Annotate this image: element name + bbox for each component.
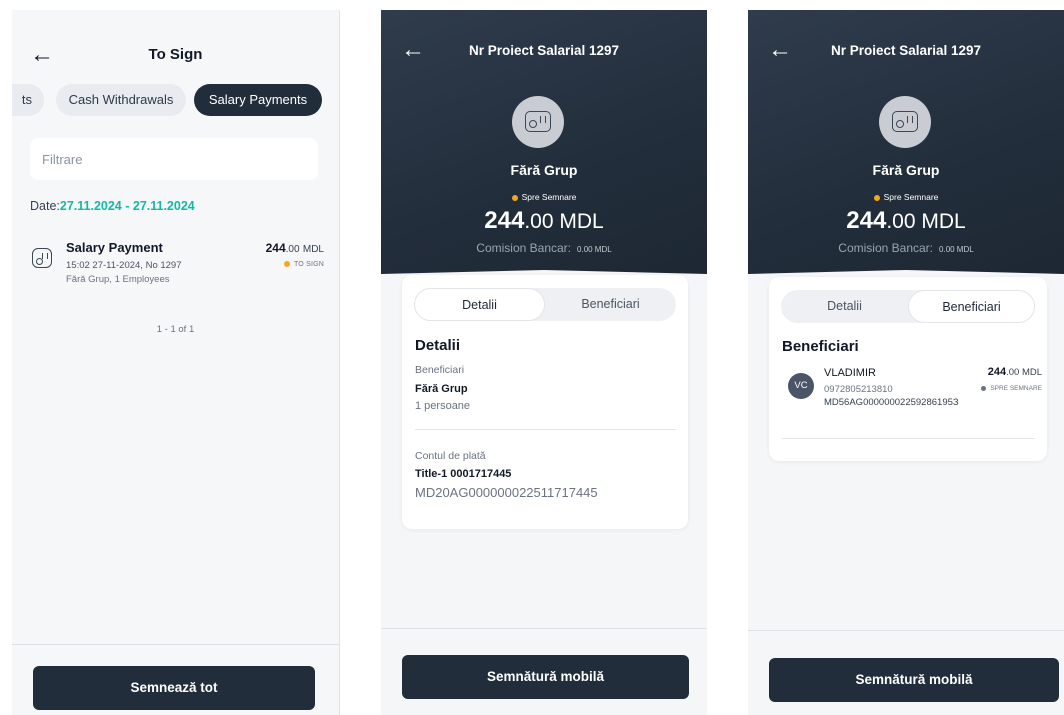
tab-cash-withdrawals[interactable]: Cash Withdrawals <box>56 84 186 116</box>
segmented-control: Detalii Beneficiari <box>414 288 676 321</box>
beneficiaries-group: Fără Grup <box>415 383 468 395</box>
date-label: Date: <box>30 199 60 213</box>
amount-dec: .00 <box>285 244 300 255</box>
date-value[interactable]: 27.11.2024 - 27.11.2024 <box>60 199 195 213</box>
group-name: Fără Grup <box>510 162 578 178</box>
commission-value: 0.00 MDL <box>577 245 612 254</box>
total-amount: 244.00 MDL <box>748 207 1064 235</box>
payment-list-item[interactable]: Salary Payment 15:02 27-11-2024, No 1297… <box>30 238 324 290</box>
payment-amount: 244.00 MDL <box>266 241 324 255</box>
payment-title: Salary Payment <box>66 240 163 255</box>
page-title: Nr Proiect Salarial 1297 <box>468 43 620 58</box>
section-title: Detalii <box>415 337 461 354</box>
status-dot-icon <box>873 194 880 201</box>
status-dot-icon <box>283 261 290 268</box>
tab-payments[interactable]: ts <box>12 84 44 116</box>
status-text: TO SIGN <box>293 261 324 268</box>
amount-int: 244 <box>484 207 525 234</box>
summary-header: ← Nr Proiect Salarial 1297 Fără Grup Spr… <box>748 10 1064 290</box>
commission-label: Comision Bancar: <box>476 241 572 255</box>
beneficiaries-label: Beneficiari <box>415 364 465 376</box>
status-dot-icon <box>981 385 987 391</box>
header: ← To Sign <box>12 10 339 78</box>
total-amount: 244.00 MDL <box>381 207 707 235</box>
mobile-signature-button[interactable]: Semnătură mobilă <box>769 658 1059 702</box>
divider <box>12 644 339 645</box>
avatar <box>879 96 931 148</box>
tab-details[interactable]: Detalii <box>414 288 545 321</box>
category-tabs: ts Cash Withdrawals Salary Payments <box>12 84 339 116</box>
beneficiary-phone: 0972805213810 <box>824 384 893 395</box>
status-text: SPRE SEMNARE <box>990 385 1042 392</box>
sign-all-button[interactable]: Semnează tot <box>33 666 315 710</box>
beneficiaries-card: Detalii Beneficiari Beneficiari VC VLADI… <box>769 277 1047 461</box>
project-details-screen: ← Nr Proiect Salarial 1297 Fără Grup Spr… <box>381 10 707 715</box>
payment-details: Fără Grup, 1 Employees <box>66 274 170 285</box>
beneficiary-amount: 244.00 MDL <box>988 366 1042 378</box>
account-title: Title-1 0001717445 <box>415 468 512 480</box>
beneficiary-list-item[interactable]: VC VLADIMIR 0972805213810 MD56AG00000002… <box>782 363 1042 423</box>
amount-currency: MDL <box>302 244 324 255</box>
details-card: Detalii Beneficiari Detalii Beneficiari … <box>402 275 688 529</box>
amount-dec: .00 MDL <box>1006 367 1042 378</box>
account-label: Contul de plată <box>415 450 486 462</box>
divider <box>748 630 1064 631</box>
pagination: 1 - 1 of 1 <box>156 324 195 335</box>
tab-salary-payments[interactable]: Salary Payments <box>194 84 322 116</box>
to-sign-screen: ← To Sign ts Cash Withdrawals Salary Pay… <box>12 10 340 715</box>
amount-int: 244 <box>987 366 1007 378</box>
summary-header: ← Nr Proiect Salarial 1297 Fără Grup Spr… <box>381 10 707 290</box>
beneficiaries-count: 1 persoane <box>415 400 471 412</box>
amount-dec: .00 MDL <box>886 210 966 233</box>
mobile-signature-button[interactable]: Semnătură mobilă <box>402 655 689 699</box>
page-title: Nr Proiect Salarial 1297 <box>830 43 982 58</box>
divider <box>415 429 676 430</box>
date-range: Date:27.11.2024 - 27.11.2024 <box>30 199 195 213</box>
page-title: To Sign <box>148 46 203 63</box>
commission-value: 0.00 MDL <box>939 245 974 254</box>
amount-int: 244 <box>846 207 887 234</box>
amount-int: 244 <box>265 241 286 255</box>
commission: Comision Bancar: 0.00 MDL <box>748 241 1064 255</box>
tab-beneficiaries[interactable]: Beneficiari <box>545 288 676 321</box>
status-text: Spre Semnare <box>521 192 577 202</box>
commission: Comision Bancar: 0.00 MDL <box>381 241 707 255</box>
project-beneficiaries-screen: ← Nr Proiect Salarial 1297 Fără Grup Spr… <box>748 10 1064 715</box>
status-badge: TO SIGN <box>283 261 324 268</box>
account-iban: MD20AG000000022511717445 <box>415 485 598 500</box>
avatar <box>512 96 564 148</box>
amount-dec: .00 MDL <box>524 210 604 233</box>
group-name: Fără Grup <box>872 162 940 178</box>
segmented-control: Detalii Beneficiari <box>781 290 1035 323</box>
divider <box>782 438 1035 439</box>
beneficiary-iban: MD56AG00000002259286195З <box>824 397 959 408</box>
status-badge: SPRE SEMNARE <box>981 385 1042 392</box>
status-dot-icon <box>511 194 518 201</box>
status-badge: Spre Semnare <box>381 192 707 202</box>
payment-subtitle: 15:02 27-11-2024, No 1297 <box>66 260 182 271</box>
wallet-icon <box>525 111 551 132</box>
tab-beneficiaries[interactable]: Beneficiari <box>908 290 1035 323</box>
filter-input[interactable] <box>30 138 318 180</box>
tab-details[interactable]: Detalii <box>781 290 908 323</box>
wallet-icon <box>32 248 52 268</box>
commission-label: Comision Bancar: <box>838 241 934 255</box>
status-text: Spre Semnare <box>883 192 939 202</box>
avatar: VC <box>788 373 814 399</box>
status-badge: Spre Semnare <box>748 192 1064 202</box>
wallet-icon <box>892 111 918 132</box>
beneficiary-name: VLADIMIR <box>824 367 876 379</box>
divider <box>381 628 707 629</box>
section-title: Beneficiari <box>782 338 859 355</box>
